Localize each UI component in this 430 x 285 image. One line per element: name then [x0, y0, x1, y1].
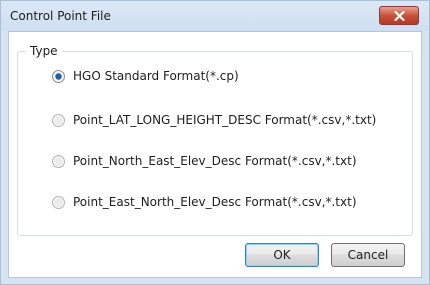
- dialog-body: Type HGO Standard Format(*.cp) Point_LAT…: [8, 31, 422, 278]
- close-icon: [394, 11, 405, 21]
- radio-label-north-east-elev-desc: Point_North_East_Elev_Desc Format(*.csv,…: [73, 154, 357, 168]
- radio-unselected-icon[interactable]: [52, 195, 65, 209]
- radio-unselected-icon[interactable]: [52, 113, 65, 127]
- radio-option-lat-long-height-desc[interactable]: Point_LAT_LONG_HEIGHT_DESC Format(*.csv,…: [52, 112, 376, 128]
- radio-option-north-east-elev-desc[interactable]: Point_North_East_Elev_Desc Format(*.csv,…: [52, 153, 357, 169]
- radio-label-east-north-elev-desc: Point_East_North_Elev_Desc Format(*.csv,…: [73, 195, 357, 209]
- radio-option-east-north-elev-desc[interactable]: Point_East_North_Elev_Desc Format(*.csv,…: [52, 194, 357, 210]
- title-bar[interactable]: Control Point File: [1, 1, 429, 31]
- dialog-window: Control Point File Type HGO Standard For…: [0, 0, 430, 285]
- close-button[interactable]: [379, 6, 419, 25]
- radio-selected-icon[interactable]: [52, 69, 65, 83]
- type-group-label: Type: [26, 44, 62, 58]
- radio-label-hgo-standard: HGO Standard Format(*.cp): [73, 69, 239, 83]
- radio-unselected-icon[interactable]: [52, 154, 65, 168]
- ok-button[interactable]: OK: [245, 243, 319, 267]
- cancel-button[interactable]: Cancel: [331, 243, 405, 267]
- radio-label-lat-long-height-desc: Point_LAT_LONG_HEIGHT_DESC Format(*.csv,…: [73, 113, 377, 127]
- dialog-title: Control Point File: [10, 9, 111, 23]
- radio-option-hgo-standard[interactable]: HGO Standard Format(*.cp): [52, 68, 239, 84]
